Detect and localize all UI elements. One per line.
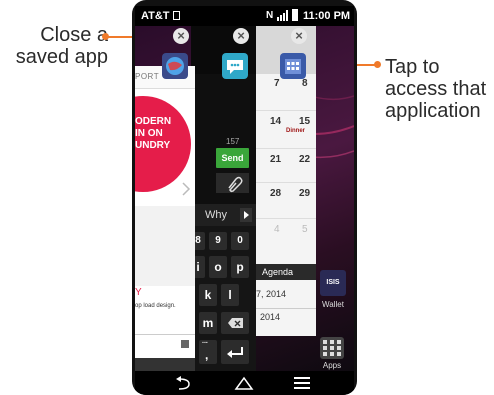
recent-app-card-browser[interactable]: PORT ODERN IN ON UNDRY Y op load design.: [135, 66, 195, 371]
key-comma-label: ,: [205, 348, 209, 362]
key-m[interactable]: m: [199, 312, 217, 334]
close-icon: ×: [295, 28, 303, 43]
tap-callout-line2: access that: [385, 78, 487, 100]
browser-divider: [135, 334, 195, 335]
calendar-app-icon[interactable]: [280, 53, 306, 79]
headline-line1: ODERN: [135, 116, 172, 127]
close-browser-button[interactable]: ×: [173, 28, 189, 44]
calendar-day[interactable]: 4: [274, 224, 280, 235]
suggestion-arrow-icon[interactable]: [240, 208, 252, 222]
menu-icon[interactable]: [293, 376, 311, 390]
back-icon[interactable]: [173, 375, 195, 391]
close-calendar-button[interactable]: ×: [291, 28, 307, 44]
calendar-row-5: 4 5: [256, 218, 316, 254]
keyboard: t Why 8 9 0 i o p k l m: [191, 204, 256, 371]
calendar-day[interactable]: 14: [270, 116, 281, 127]
wallet-shortcut[interactable]: ISIS Wallet: [320, 270, 350, 320]
carousel-next-icon[interactable]: [181, 181, 191, 197]
navigation-bar: [135, 371, 354, 395]
phone-screen: AT&T N 11:00 PM ISIS Wallet Apps 7 8 14 …: [135, 6, 354, 395]
calendar-day[interactable]: 15: [299, 116, 310, 127]
apps-label: Apps: [322, 361, 342, 370]
enter-icon: [227, 347, 243, 358]
minus-icon[interactable]: [181, 340, 189, 350]
tap-callout-line1: Tap to: [385, 56, 440, 78]
paperclip-icon: [228, 176, 243, 193]
agenda-item[interactable]: 2014: [256, 308, 316, 336]
phone-frame: AT&T N 11:00 PM ISIS Wallet Apps 7 8 14 …: [132, 0, 357, 395]
agenda-date: 2014: [260, 312, 281, 322]
agenda-label: Agenda: [262, 267, 294, 277]
calendar-day[interactable]: 7: [274, 78, 280, 89]
headline-line2: IN ON: [135, 128, 163, 139]
key-p[interactable]: p: [231, 256, 249, 278]
apps-shortcut[interactable]: Apps: [320, 337, 350, 371]
footer-description: op load design.: [135, 303, 176, 309]
nfc-icon: N: [266, 10, 274, 21]
tap-callout: Tap to access that application: [385, 56, 493, 122]
backspace-icon: [228, 318, 243, 328]
close-callout: Close a saved app: [8, 24, 108, 68]
send-button[interactable]: Send: [216, 148, 249, 168]
key-l[interactable]: l: [221, 284, 239, 306]
carrier-label: AT&T: [141, 10, 170, 22]
calendar-row-2: 14 15 Dinner: [256, 110, 316, 149]
char-counter: 157: [226, 137, 240, 146]
headline-line3: UNDRY: [135, 140, 171, 151]
battery-icon: [292, 9, 298, 21]
calendar-row-1: 7 8: [256, 74, 316, 111]
calendar-day[interactable]: 21: [270, 154, 281, 165]
close-icon: ×: [177, 28, 185, 43]
browser-headline: ODERN IN ON UNDRY: [135, 116, 195, 152]
sim-icon: [173, 11, 180, 20]
clock-time: 11:00 PM: [303, 10, 351, 22]
apps-grid-icon: [320, 337, 344, 359]
suggestion-word[interactable]: Why: [205, 209, 227, 221]
calendar-row-3: 21 22: [256, 148, 316, 183]
browser-footer-section: Y op load design.: [135, 279, 195, 339]
send-button-label: Send: [221, 153, 244, 163]
agenda-date: 7, 2014: [256, 289, 287, 299]
key-comma[interactable]: ... ,: [199, 338, 217, 364]
close-callout-line1: Close a: [40, 24, 108, 46]
key-dots-label: ...: [202, 338, 208, 345]
suggestion-bar: t Why: [191, 204, 256, 226]
calendar-row-4: 28 29: [256, 182, 316, 219]
wallet-label: Wallet: [322, 300, 344, 309]
calendar-day[interactable]: 22: [299, 154, 310, 165]
tap-callout-line3: application: [385, 100, 481, 122]
key-0[interactable]: 0: [231, 232, 249, 250]
messaging-app-icon[interactable]: [222, 53, 248, 79]
enter-key[interactable]: [221, 340, 249, 364]
home-icon[interactable]: [233, 375, 255, 391]
status-bar: AT&T N 11:00 PM: [135, 6, 354, 26]
key-9[interactable]: 9: [209, 232, 227, 250]
attach-button[interactable]: [216, 173, 249, 193]
footer-letter: Y: [135, 287, 142, 298]
backspace-key[interactable]: [221, 312, 249, 334]
calendar-grid: 7 8 14 15 Dinner 21 22 28 29 4 5: [256, 74, 316, 254]
calendar-day[interactable]: 8: [302, 78, 308, 89]
browser-nav-text: PORT: [135, 72, 160, 81]
calendar-day[interactable]: 29: [299, 188, 310, 199]
browser-app-icon[interactable]: [162, 53, 188, 79]
agenda-header: Agenda: [256, 264, 316, 280]
wallet-badge-text: ISIS: [326, 279, 340, 286]
browser-body: [135, 206, 195, 286]
key-o[interactable]: o: [209, 256, 227, 278]
calendar-event[interactable]: Dinner: [286, 128, 305, 134]
agenda-item[interactable]: 7, 2014: [256, 280, 316, 309]
wallet-icon: ISIS: [320, 270, 346, 296]
browser-bottom-bar: [135, 358, 195, 371]
close-messaging-button[interactable]: ×: [233, 28, 249, 44]
calendar-day[interactable]: 5: [302, 224, 308, 235]
close-icon: ×: [237, 28, 245, 43]
key-k[interactable]: k: [199, 284, 217, 306]
calendar-day[interactable]: 28: [270, 188, 281, 199]
signal-icon: [277, 10, 289, 21]
tap-callout-dot: [374, 61, 381, 68]
close-callout-line2: saved app: [15, 46, 108, 68]
